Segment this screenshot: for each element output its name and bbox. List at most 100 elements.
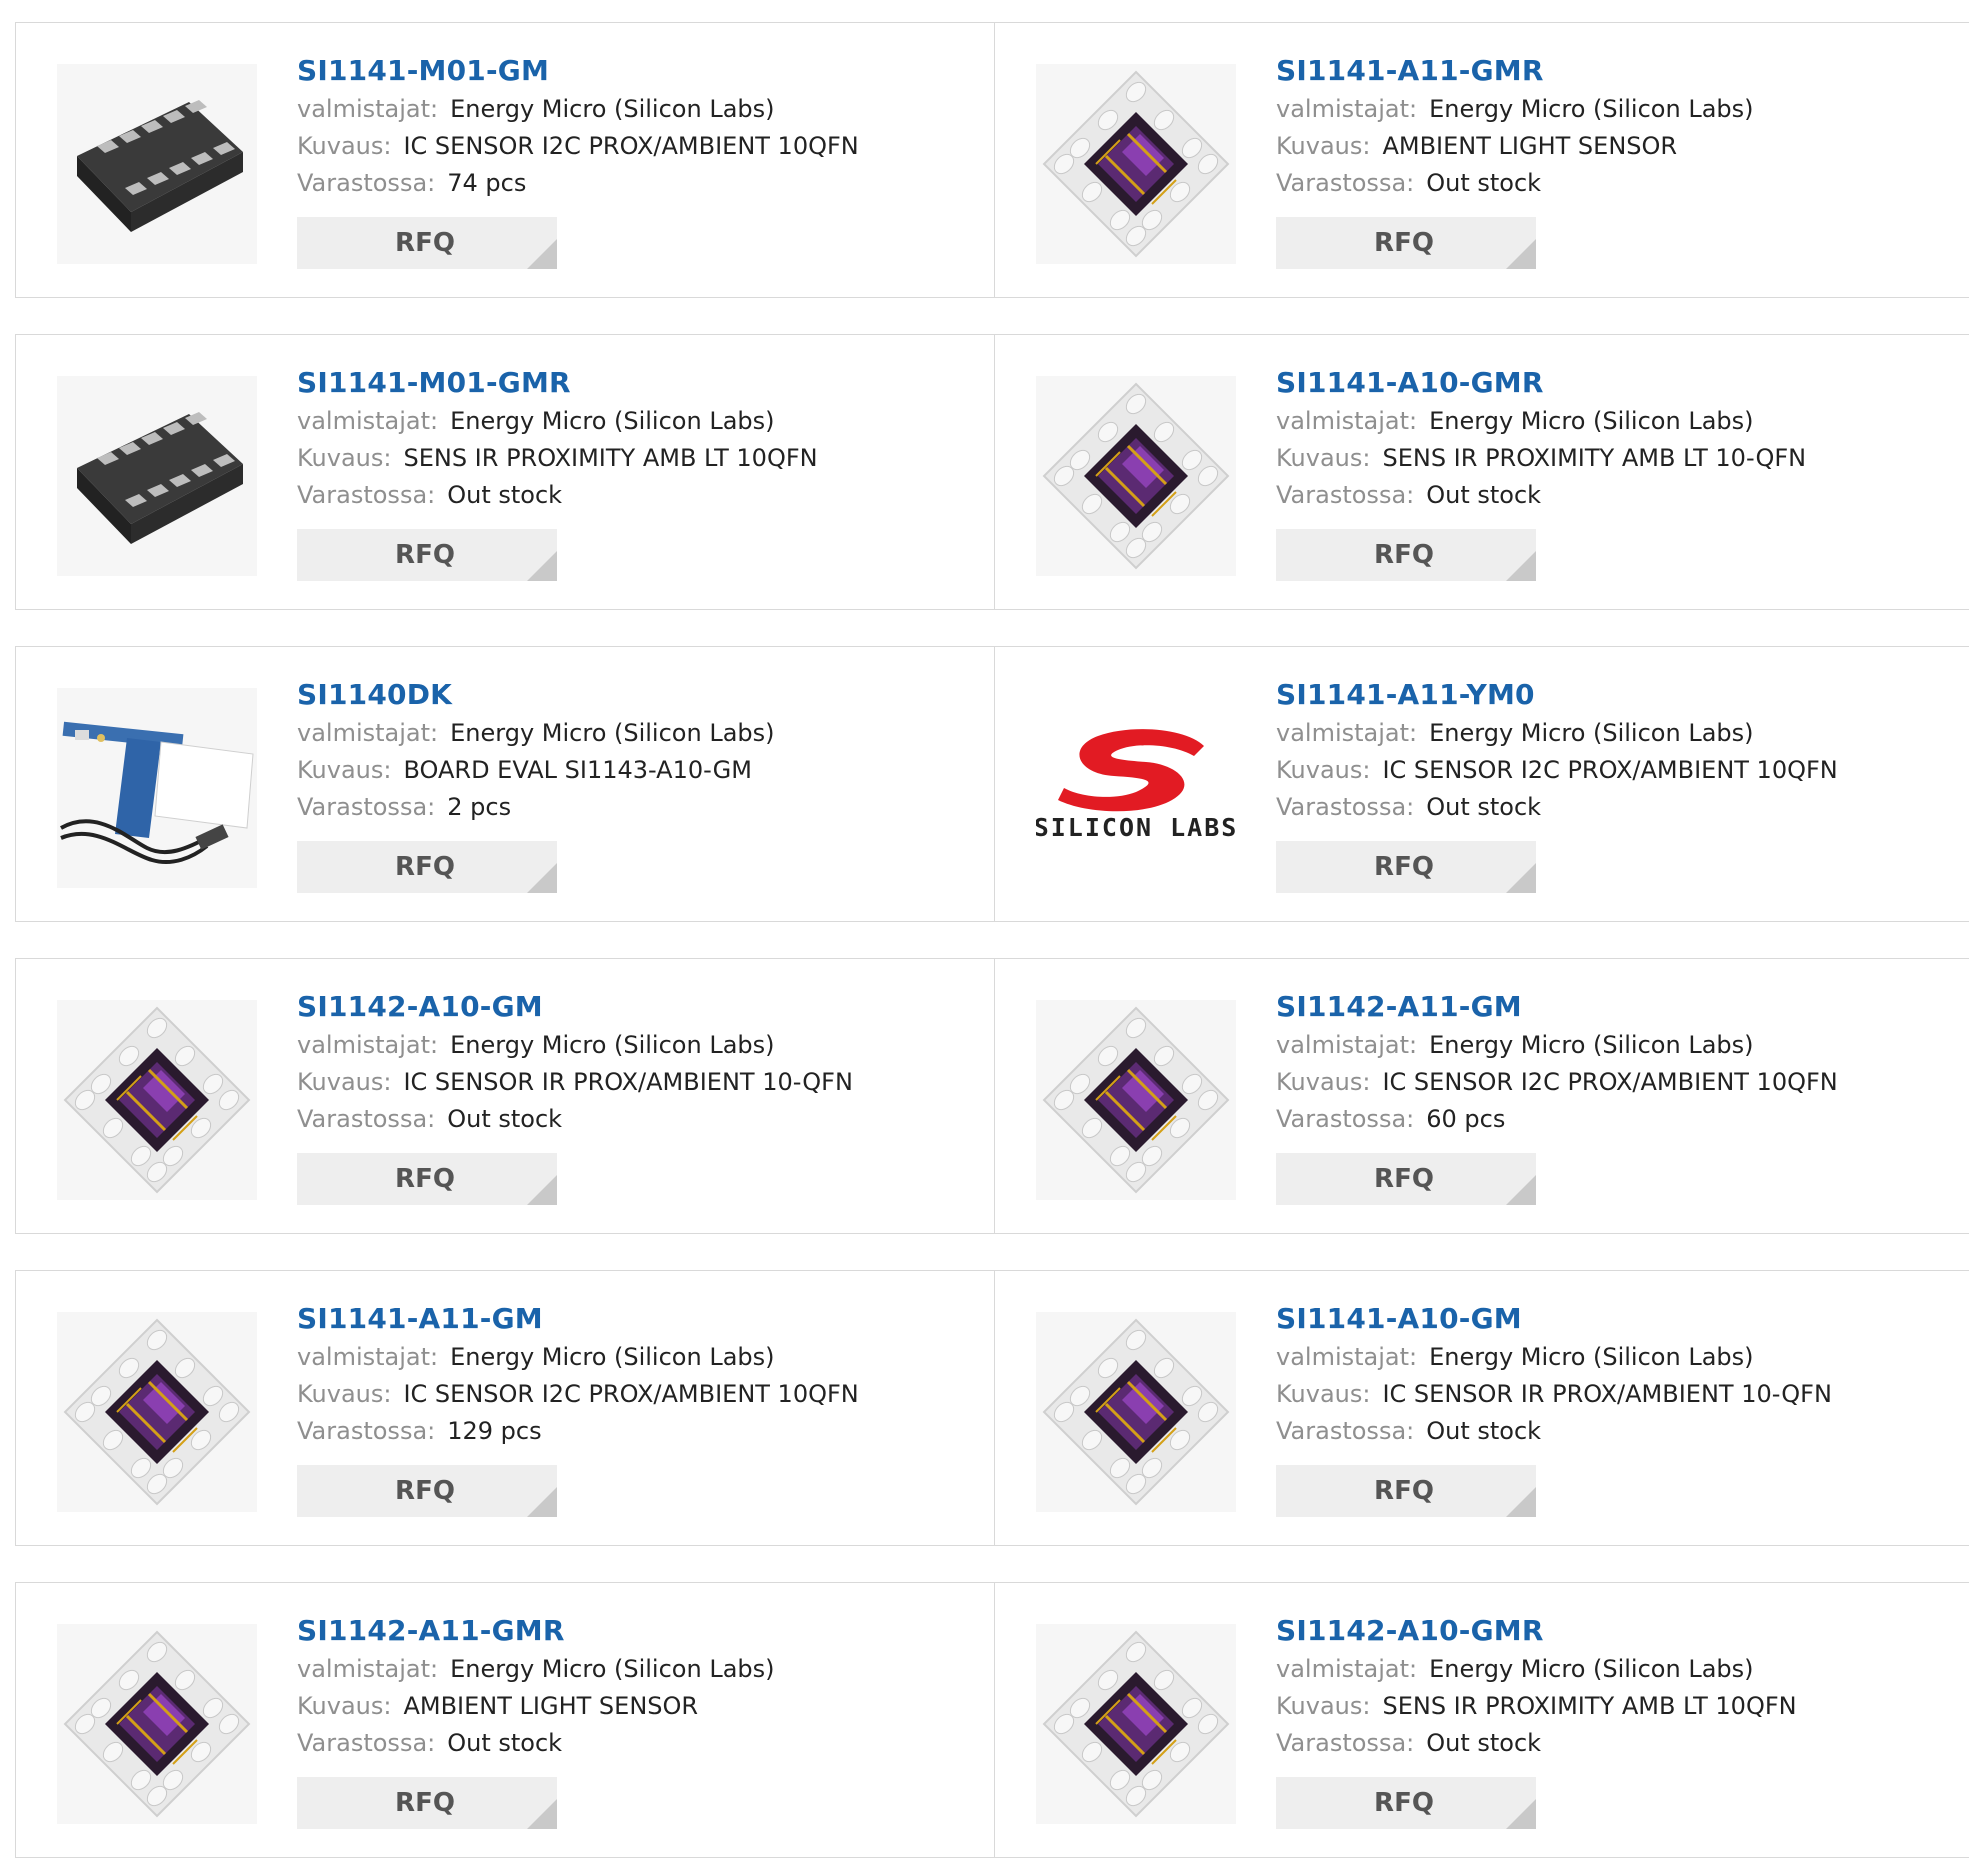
corner-triangle-icon	[527, 551, 557, 581]
part-number-link[interactable]: SI1142-A11-GM	[1276, 987, 1838, 1027]
stock-label: Varastossa:	[1276, 481, 1415, 509]
product-info: SI1141-A10-GM valmistajat: Energy Micro (…	[1276, 1299, 1832, 1517]
description-label: Kuvaus:	[297, 1380, 392, 1408]
description-line: Kuvaus: SENS IR PROXIMITY AMB LT 10QFN	[1276, 1688, 1797, 1725]
manufacturer-value: Energy Micro (Silicon Labs)	[1429, 407, 1754, 435]
product-image-graphic	[63, 1318, 251, 1506]
rfq-button[interactable]: RFQ	[1276, 529, 1536, 581]
stock-label: Varastossa:	[297, 793, 436, 821]
product-row: SI1141-M01-GM valmistajat: Energy Micro (…	[15, 22, 1969, 298]
product-image-graphic	[63, 1006, 251, 1194]
description-label: Kuvaus:	[1276, 1068, 1371, 1096]
product-image[interactable]	[57, 1312, 257, 1512]
product-info: SI1141-M01-GM valmistajat: Energy Micro (…	[297, 51, 859, 269]
product-info: SI1142-A11-GMR valmistajat: Energy Micro …	[297, 1611, 775, 1829]
description-value: IC SENSOR I2C PROX/AMBIENT 10QFN	[403, 1380, 859, 1408]
product-row: SI1141-M01-GMR valmistajat: Energy Micro …	[15, 334, 1969, 610]
description-line: Kuvaus: SENS IR PROXIMITY AMB LT 10-QFN	[1276, 440, 1806, 477]
description-value: IC SENSOR I2C PROX/AMBIENT 10QFN	[1382, 756, 1838, 784]
product-card: SI1141-M01-GM valmistajat: Energy Micro (…	[16, 23, 994, 297]
product-image-graphic	[1042, 1318, 1230, 1506]
stock-label: Varastossa:	[297, 1417, 436, 1445]
product-image-graphic	[77, 412, 243, 544]
product-image[interactable]	[1036, 376, 1236, 576]
description-value: SENS IR PROXIMITY AMB LT 10QFN	[403, 444, 818, 472]
rfq-label: RFQ	[1374, 1164, 1434, 1194]
part-number-link[interactable]: SI1141-M01-GM	[297, 51, 859, 91]
product-image-graphic	[1042, 1630, 1230, 1818]
description-label: Kuvaus:	[1276, 444, 1371, 472]
part-number-link[interactable]: SI1142-A10-GMR	[1276, 1611, 1797, 1651]
stock-value: Out stock	[1426, 1417, 1542, 1445]
part-number-link[interactable]: SI1141-A11-YM0	[1276, 675, 1838, 715]
part-number-link[interactable]: SI1142-A10-GM	[297, 987, 853, 1027]
corner-triangle-icon	[527, 1799, 557, 1829]
product-image[interactable]	[1036, 64, 1236, 264]
part-number-link[interactable]: SI1141-A10-GMR	[1276, 363, 1806, 403]
product-image[interactable]	[1036, 1624, 1236, 1824]
manufacturer-label: valmistajat:	[1276, 95, 1418, 123]
stock-value: Out stock	[447, 1729, 563, 1757]
part-number-link[interactable]: SI1141-M01-GMR	[297, 363, 818, 403]
product-image[interactable]	[1036, 1000, 1236, 1200]
description-line: Kuvaus: IC SENSOR IR PROX/AMBIENT 10-QFN	[1276, 1376, 1832, 1413]
stock-value: Out stock	[1426, 481, 1542, 509]
product-card: SI1142-A11-GMR valmistajat: Energy Micro …	[16, 1583, 994, 1857]
product-info: SI1142-A11-GM valmistajat: Energy Micro (…	[1276, 987, 1838, 1205]
product-image[interactable]	[57, 688, 257, 888]
manufacturer-value: Energy Micro (Silicon Labs)	[1429, 95, 1754, 123]
description-line: Kuvaus: IC SENSOR I2C PROX/AMBIENT 10QFN	[1276, 752, 1838, 789]
description-label: Kuvaus:	[1276, 1380, 1371, 1408]
manufacturer-label: valmistajat:	[1276, 407, 1418, 435]
manufacturer-line: valmistajat: Energy Micro (Silicon Labs)	[1276, 403, 1806, 440]
rfq-button[interactable]: RFQ	[1276, 1465, 1536, 1517]
part-number-link[interactable]: SI1141-A11-GM	[297, 1299, 859, 1339]
rfq-button[interactable]: RFQ	[1276, 217, 1536, 269]
stock-line: Varastossa: Out stock	[1276, 1725, 1797, 1762]
part-number-link[interactable]: SI1142-A11-GMR	[297, 1611, 775, 1651]
product-info: SI1142-A10-GM valmistajat: Energy Micro (…	[297, 987, 853, 1205]
stock-line: Varastossa: Out stock	[1276, 477, 1806, 514]
part-number-link[interactable]: SI1140DK	[297, 675, 775, 715]
rfq-button[interactable]: RFQ	[297, 217, 557, 269]
product-image[interactable]	[57, 1000, 257, 1200]
product-image[interactable]	[57, 64, 257, 264]
product-image[interactable]	[57, 376, 257, 576]
description-value: BOARD EVAL SI1143-A10-GM	[403, 756, 752, 784]
description-label: Kuvaus:	[1276, 1692, 1371, 1720]
svg-text:SILICON LABS: SILICON LABS	[1036, 813, 1236, 842]
rfq-label: RFQ	[1374, 852, 1434, 882]
description-line: Kuvaus: SENS IR PROXIMITY AMB LT 10QFN	[297, 440, 818, 477]
rfq-button[interactable]: RFQ	[1276, 1153, 1536, 1205]
manufacturer-line: valmistajat: Energy Micro (Silicon Labs)	[297, 91, 859, 128]
rfq-button[interactable]: RFQ	[297, 529, 557, 581]
manufacturer-value: Energy Micro (Silicon Labs)	[1429, 719, 1754, 747]
description-line: Kuvaus: BOARD EVAL SI1143-A10-GM	[297, 752, 775, 789]
manufacturer-value: Energy Micro (Silicon Labs)	[1429, 1655, 1754, 1683]
rfq-button[interactable]: RFQ	[297, 1465, 557, 1517]
product-image[interactable]	[1036, 1312, 1236, 1512]
rfq-button[interactable]: RFQ	[297, 1153, 557, 1205]
corner-triangle-icon	[1506, 1487, 1536, 1517]
rfq-button[interactable]: RFQ	[1276, 1777, 1536, 1829]
stock-value: Out stock	[447, 1105, 563, 1133]
manufacturer-label: valmistajat:	[297, 1031, 439, 1059]
product-image-graphic	[1042, 1006, 1230, 1194]
rfq-label: RFQ	[1374, 1788, 1434, 1818]
corner-triangle-icon	[527, 863, 557, 893]
rfq-label: RFQ	[395, 228, 455, 258]
product-info: SI1142-A10-GMR valmistajat: Energy Micro …	[1276, 1611, 1797, 1829]
product-image-graphic	[60, 721, 254, 865]
manufacturer-value: Energy Micro (Silicon Labs)	[450, 719, 775, 747]
product-info: SI1141-A11-YM0 valmistajat: Energy Micro …	[1276, 675, 1838, 893]
stock-label: Varastossa:	[1276, 1729, 1415, 1757]
part-number-link[interactable]: SI1141-A11-GMR	[1276, 51, 1754, 91]
rfq-button[interactable]: RFQ	[297, 1777, 557, 1829]
rfq-label: RFQ	[1374, 228, 1434, 258]
rfq-button[interactable]: RFQ	[1276, 841, 1536, 893]
description-label: Kuvaus:	[297, 444, 392, 472]
rfq-button[interactable]: RFQ	[297, 841, 557, 893]
product-image[interactable]	[57, 1624, 257, 1824]
part-number-link[interactable]: SI1141-A10-GM	[1276, 1299, 1832, 1339]
product-image[interactable]: SILICON LABS	[1036, 688, 1236, 888]
